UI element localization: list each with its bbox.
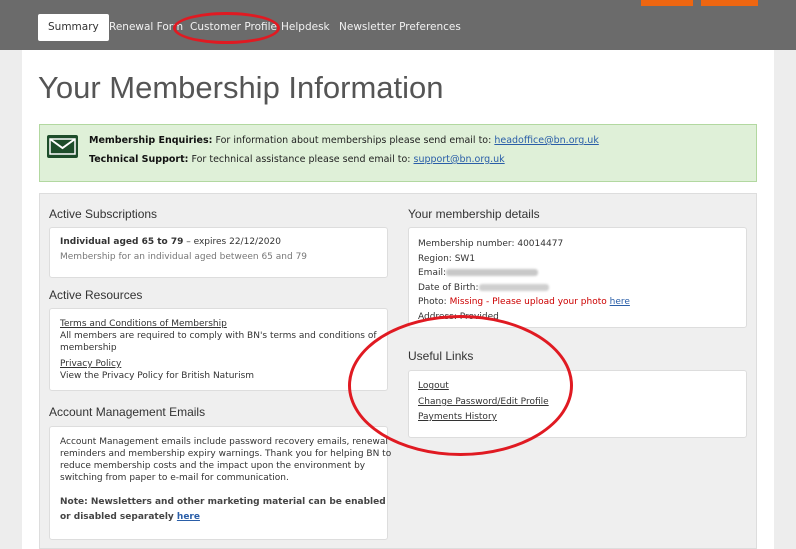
- orange-header-button-1[interactable]: [641, 0, 693, 6]
- privacy-policy-link[interactable]: Privacy Policy: [60, 359, 121, 369]
- membership-number: Membership number: 40014477: [418, 239, 564, 249]
- tab-renewal-form[interactable]: Renewal Form: [109, 14, 183, 41]
- change-password-link[interactable]: Change Password/Edit Profile: [418, 397, 549, 407]
- tab-summary[interactable]: Summary: [38, 14, 109, 41]
- tab-newsletter-preferences[interactable]: Newsletter Preferences: [339, 14, 461, 41]
- region: Region: SW1: [418, 254, 476, 264]
- terms-text-1: All members are required to comply with …: [60, 331, 377, 341]
- redacted-email: [446, 269, 539, 276]
- redacted-dob: [478, 284, 549, 291]
- technical-support-line: Technical Support: For technical assista…: [89, 154, 505, 165]
- subscription-name: Individual aged 65 to 79 – expires 22/12…: [60, 237, 281, 247]
- active-resources-heading: Active Resources: [49, 288, 143, 302]
- emails-note-1: Note: Newsletters and other marketing ma…: [60, 497, 386, 507]
- headoffice-email-link[interactable]: headoffice@bn.org.uk: [494, 135, 598, 146]
- active-subscriptions-heading: Active Subscriptions: [49, 207, 158, 221]
- date-of-birth-row: Date of Birth:: [418, 283, 549, 293]
- page-title: Your Membership Information: [38, 70, 444, 105]
- tab-helpdesk[interactable]: Helpdesk: [281, 14, 330, 41]
- emails-line-3: reduce membership costs and the impact u…: [60, 461, 366, 471]
- photo-row: Photo: Missing - Please upload your phot…: [418, 297, 630, 307]
- emails-line-4: switching from paper to e-mail for commu…: [60, 473, 289, 483]
- logout-link[interactable]: Logout: [418, 381, 449, 391]
- useful-links-heading: Useful Links: [408, 349, 474, 363]
- emails-note-2: or disabled separately here: [60, 512, 200, 522]
- newsletter-settings-link[interactable]: here: [177, 512, 200, 522]
- email-row: Email:: [418, 268, 539, 278]
- orange-header-button-2[interactable]: [701, 0, 758, 6]
- terms-link[interactable]: Terms and Conditions of Membership: [60, 319, 227, 329]
- payments-history-link[interactable]: Payments History: [418, 412, 497, 422]
- subscription-description: Membership for an individual aged betwee…: [60, 252, 308, 262]
- envelope-icon: [47, 135, 78, 158]
- address-row: Address: Provided: [418, 312, 499, 322]
- membership-details-heading: Your membership details: [408, 207, 540, 221]
- privacy-text: View the Privacy Policy for British Natu…: [60, 371, 255, 381]
- emails-line-1: Account Management emails include passwo…: [60, 437, 388, 447]
- support-email-link[interactable]: support@bn.org.uk: [414, 154, 505, 165]
- tab-customer-profile[interactable]: Customer Profile: [190, 14, 277, 41]
- account-emails-heading: Account Management Emails: [49, 405, 206, 419]
- upload-photo-link[interactable]: here: [610, 297, 630, 307]
- emails-line-2: reminders and membership expiry warnings…: [60, 449, 392, 459]
- contact-alert: [39, 124, 757, 182]
- terms-text-2: membership: [60, 343, 117, 353]
- membership-enquiries-line: Membership Enquiries: For information ab…: [89, 135, 599, 146]
